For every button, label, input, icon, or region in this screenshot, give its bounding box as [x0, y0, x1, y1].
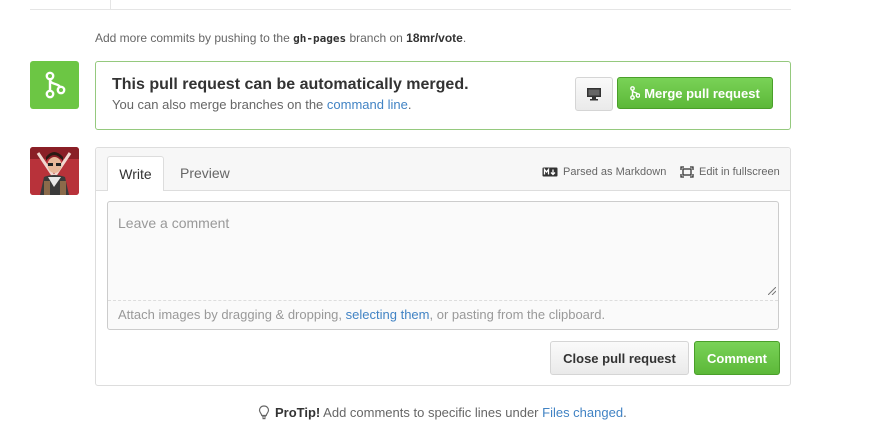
merge-title: This pull request can be automatically m…: [112, 76, 469, 93]
tab-preview[interactable]: Preview: [169, 156, 241, 190]
timeline-line: [110, 0, 111, 9]
attach-images-hint: Attach images by dragging & dropping, se…: [108, 300, 778, 329]
merge-sub-prefix: You can also merge branches on the: [112, 97, 324, 112]
fullscreen-hint-label: Edit in fullscreen: [699, 166, 780, 178]
comment-field-wrapper: Attach images by dragging & dropping, se…: [107, 201, 779, 330]
comment-button[interactable]: Comment: [694, 341, 780, 375]
select-files-link[interactable]: selecting them: [346, 307, 430, 322]
protip-text: Add comments to specific lines under: [323, 405, 539, 420]
merge-button-label: Merge pull request: [644, 85, 760, 101]
protip-label: ProTip!: [275, 405, 321, 420]
merge-pull-request-button[interactable]: Merge pull request: [617, 77, 773, 109]
merge-panel: This pull request can be automatically m…: [95, 61, 791, 130]
resize-grip-icon[interactable]: [768, 287, 776, 295]
fullscreen-icon: [680, 166, 694, 178]
command-line-link[interactable]: command line: [327, 97, 408, 112]
markdown-hint-label: Parsed as Markdown: [563, 166, 667, 178]
user-avatar-image: [30, 147, 79, 195]
merge-subtitle: You can also merge branches on the comma…: [112, 97, 411, 112]
comment-tabbar: Write Preview Parsed as Markdown Edit in…: [96, 148, 790, 191]
tab-write[interactable]: Write: [107, 156, 164, 191]
comment-textarea[interactable]: [108, 202, 778, 299]
protip-suffix: .: [623, 405, 627, 420]
git-merge-icon: [45, 71, 65, 99]
comment-form: Write Preview Parsed as Markdown Edit in…: [95, 147, 791, 386]
merge-sub-suffix: .: [407, 97, 412, 112]
markdown-icon: [542, 167, 558, 177]
git-merge-small-icon: [630, 86, 641, 100]
timeline-divider: [30, 9, 791, 10]
light-bulb-icon: [258, 405, 270, 420]
attach-suffix: , or pasting from the clipboard.: [429, 307, 606, 322]
attach-prefix: Attach images by dragging & dropping,: [118, 307, 343, 322]
merge-status-icon-box: [30, 61, 79, 109]
push-hint-suffix: .: [462, 31, 467, 45]
files-changed-link[interactable]: Files changed: [542, 405, 623, 420]
close-pull-request-button[interactable]: Close pull request: [550, 341, 689, 375]
push-hint-middle: branch on: [349, 31, 403, 45]
push-hint: Add more commits by pushing to the gh-pa…: [95, 31, 466, 45]
desktop-icon: [587, 88, 601, 101]
avatar[interactable]: [30, 147, 79, 195]
open-in-desktop-button[interactable]: [575, 77, 613, 111]
push-hint-prefix: Add more commits by pushing to the: [95, 31, 290, 45]
branch-name: gh-pages: [293, 32, 347, 45]
fullscreen-hint[interactable]: Edit in fullscreen: [680, 166, 780, 178]
repo-name: 18mr/vote: [406, 31, 463, 45]
markdown-hint[interactable]: Parsed as Markdown: [542, 166, 666, 178]
protip: ProTip! Add comments to specific lines u…: [258, 405, 627, 420]
